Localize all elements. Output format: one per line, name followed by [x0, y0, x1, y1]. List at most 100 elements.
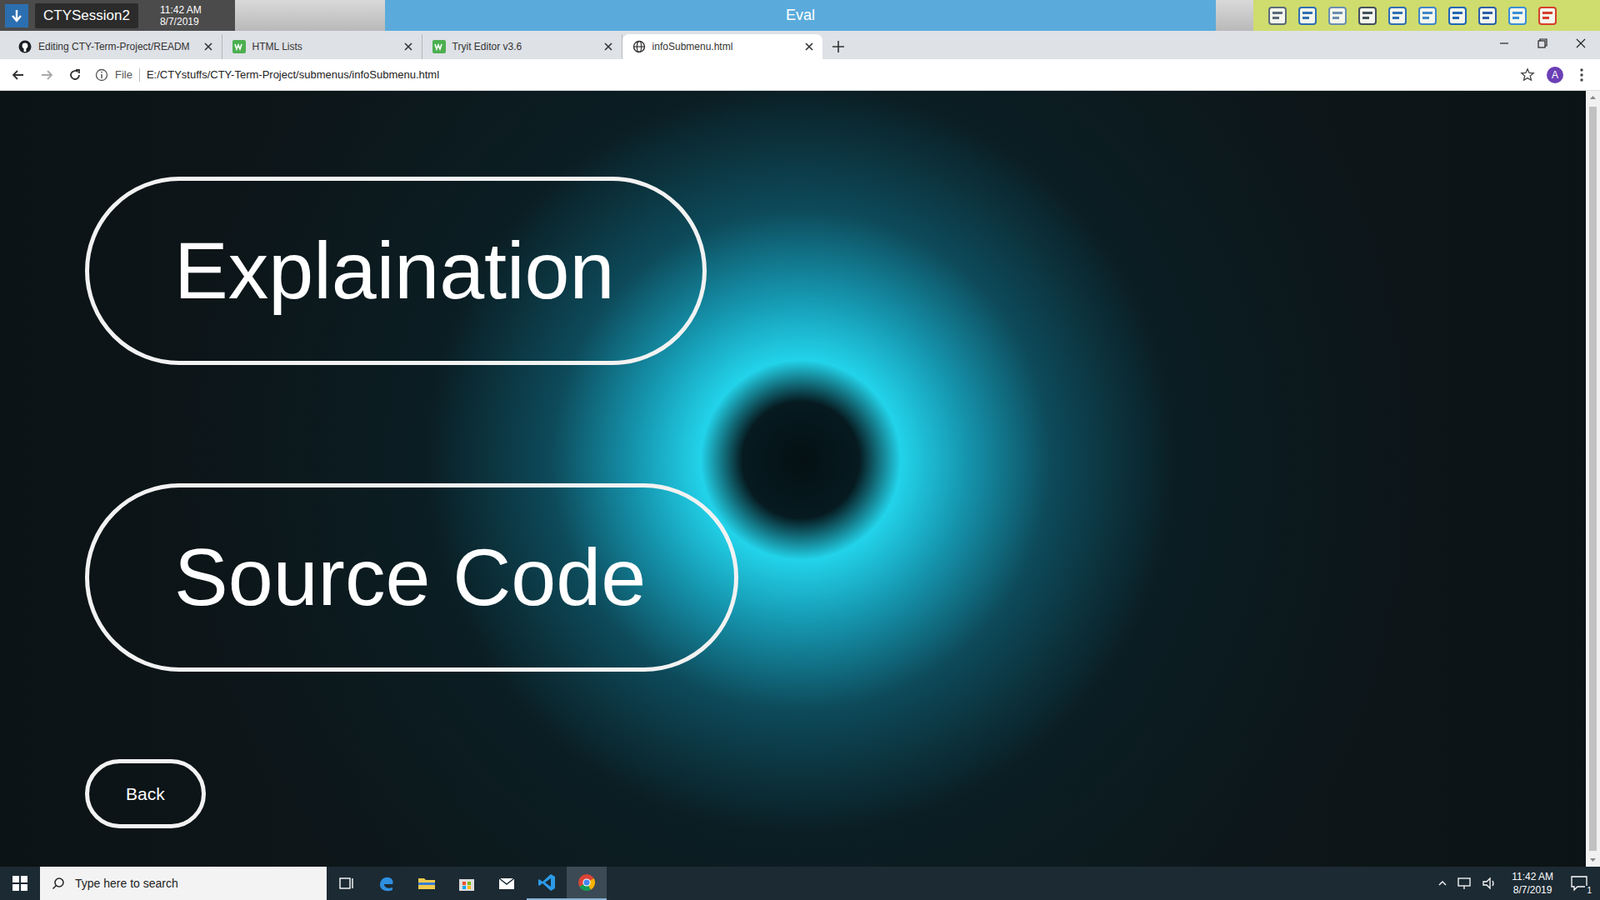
folder-icon — [416, 873, 437, 894]
task-view-button[interactable] — [326, 866, 367, 900]
reload-icon[interactable] — [66, 66, 84, 84]
windows-logo-icon — [12, 875, 28, 891]
task-view-icon — [337, 875, 356, 892]
info-icon[interactable] — [95, 68, 109, 82]
session-name: CTYSession2 — [35, 3, 139, 29]
tab-label: infoSubmenu.html — [652, 40, 791, 53]
chart-icon[interactable] — [1296, 5, 1319, 27]
w3schools-icon — [432, 40, 446, 54]
search-placeholder: Type here to search — [75, 876, 179, 890]
search-box[interactable]: Type here to search — [40, 866, 327, 900]
close-icon[interactable] — [603, 41, 614, 52]
github-icon — [18, 40, 32, 54]
session-time: 11:42 AM — [160, 4, 202, 16]
scroll-up-icon[interactable] — [1585, 90, 1600, 105]
session-bar: CTYSession211:42 AM8/7/2019Eval — [0, 0, 1600, 31]
notification-count: 1 — [1585, 885, 1594, 896]
session-date: 8/7/2019 — [160, 15, 202, 28]
pie-icon[interactable] — [1326, 5, 1349, 27]
session-title: Eval — [385, 0, 1216, 31]
back-button[interactable]: Back — [85, 759, 206, 829]
session-menu-button[interactable] — [5, 4, 29, 28]
taskbar-clock[interactable]: 11:42 AM8/7/2019 — [1506, 870, 1559, 897]
restore-icon[interactable] — [1523, 30, 1562, 56]
scroll-thumb[interactable] — [1589, 106, 1597, 851]
taskbar-date: 8/7/2019 — [1513, 883, 1553, 897]
tab-strip: Editing CTY-Term-Project/READM HTML Lists… — [0, 30, 1600, 60]
printer-icon[interactable] — [1386, 5, 1409, 27]
mail-button[interactable] — [486, 866, 527, 900]
caret-up-icon[interactable] — [1436, 877, 1449, 890]
document-icon[interactable] — [1266, 5, 1289, 27]
network-icon[interactable] — [1456, 875, 1474, 891]
w3schools-icon — [232, 40, 246, 54]
plus-icon[interactable] — [830, 39, 846, 55]
browser-tab[interactable]: HTML Lists — [222, 34, 423, 60]
chat-icon[interactable] — [1506, 5, 1529, 27]
store-button[interactable] — [446, 866, 487, 900]
page-content: Explaination Source Code Back — [0, 90, 1586, 867]
tab-label: HTML Lists — [252, 40, 390, 53]
taskbar: Type here to search 11:42 AM8/7/2019 1 — [0, 866, 1600, 900]
url-field[interactable]: File E:/CTYstuffs/CTY-Term-Project/submen… — [95, 63, 1535, 87]
system-tray: 11:42 AM8/7/2019 1 — [1436, 870, 1600, 897]
browser-tab[interactable]: infoSubmenu.html — [622, 34, 823, 60]
url-scheme: File — [115, 68, 133, 81]
menu-button-label: Source Code — [174, 530, 646, 625]
menu-buttons: Explaination Source Code — [85, 176, 739, 672]
edge-button[interactable] — [366, 866, 407, 900]
arrow-down-icon — [10, 8, 23, 24]
profile-avatar[interactable]: A — [1546, 66, 1564, 84]
menu-dots-icon[interactable] — [1575, 66, 1589, 84]
pinned-apps — [326, 866, 607, 900]
session-toolbar — [1253, 0, 1600, 31]
url-text: E:/CTYstuffs/CTY-Term-Project/submenus/i… — [146, 68, 440, 81]
close-icon[interactable] — [804, 41, 815, 52]
close-icon[interactable] — [403, 41, 414, 52]
help-icon[interactable] — [1536, 5, 1559, 27]
url-separator — [139, 68, 140, 82]
book-icon[interactable] — [1476, 5, 1499, 27]
star-icon[interactable] — [1520, 67, 1535, 83]
back-button-label: Back — [125, 784, 165, 805]
window-icon[interactable] — [1416, 5, 1439, 27]
minimize-icon[interactable] — [1485, 30, 1524, 56]
tab-label: Editing CTY-Term-Project/READM — [38, 40, 190, 53]
start-button[interactable] — [0, 866, 40, 900]
browser-tab[interactable]: Tryit Editor v3.6 — [422, 34, 623, 60]
session-clock: 11:42 AM8/7/2019 — [145, 4, 202, 28]
chrome-icon — [576, 872, 597, 893]
store-bag-icon — [456, 873, 477, 894]
globe-icon[interactable] — [1446, 5, 1469, 27]
forward-arrow-icon[interactable] — [38, 66, 55, 84]
taskbar-time: 11:42 AM — [1511, 870, 1554, 884]
menu-button[interactable]: Explaination — [85, 176, 707, 365]
back-arrow-icon[interactable] — [10, 66, 27, 84]
session-info: CTYSession211:42 AM8/7/2019 — [0, 0, 235, 31]
edge-icon — [376, 873, 397, 894]
notification-button[interactable]: 1 — [1566, 870, 1592, 896]
keyboard-icon[interactable] — [1356, 5, 1379, 27]
web-page: Explaination Source Code Back — [0, 90, 1600, 867]
volume-icon[interactable] — [1481, 875, 1499, 891]
search-icon — [51, 876, 65, 890]
close-icon[interactable] — [203, 41, 214, 52]
close-window-icon[interactable] — [1561, 30, 1600, 56]
globe-icon — [632, 40, 646, 54]
menu-button[interactable]: Source Code — [85, 483, 739, 672]
address-bar: File E:/CTYstuffs/CTY-Term-Project/submen… — [0, 59, 1600, 91]
window-controls — [1485, 30, 1600, 56]
scroll-down-icon[interactable] — [1585, 852, 1600, 867]
tab-label: Tryit Editor v3.6 — [452, 40, 590, 53]
menu-button-label: Explaination — [174, 224, 615, 318]
chrome-button[interactable] — [566, 866, 607, 900]
session-spacer — [235, 0, 385, 31]
envelope-icon — [496, 873, 517, 894]
vscode-icon — [536, 872, 557, 893]
desktop: CTYSession211:42 AM8/7/2019EvalEditing C… — [0, 0, 1600, 900]
browser-tab[interactable]: Editing CTY-Term-Project/READM — [8, 34, 223, 60]
file-explorer-button[interactable] — [406, 866, 447, 900]
session-spacer — [1215, 0, 1254, 31]
scrollbar[interactable] — [1585, 90, 1600, 867]
vscode-button[interactable] — [526, 866, 567, 900]
